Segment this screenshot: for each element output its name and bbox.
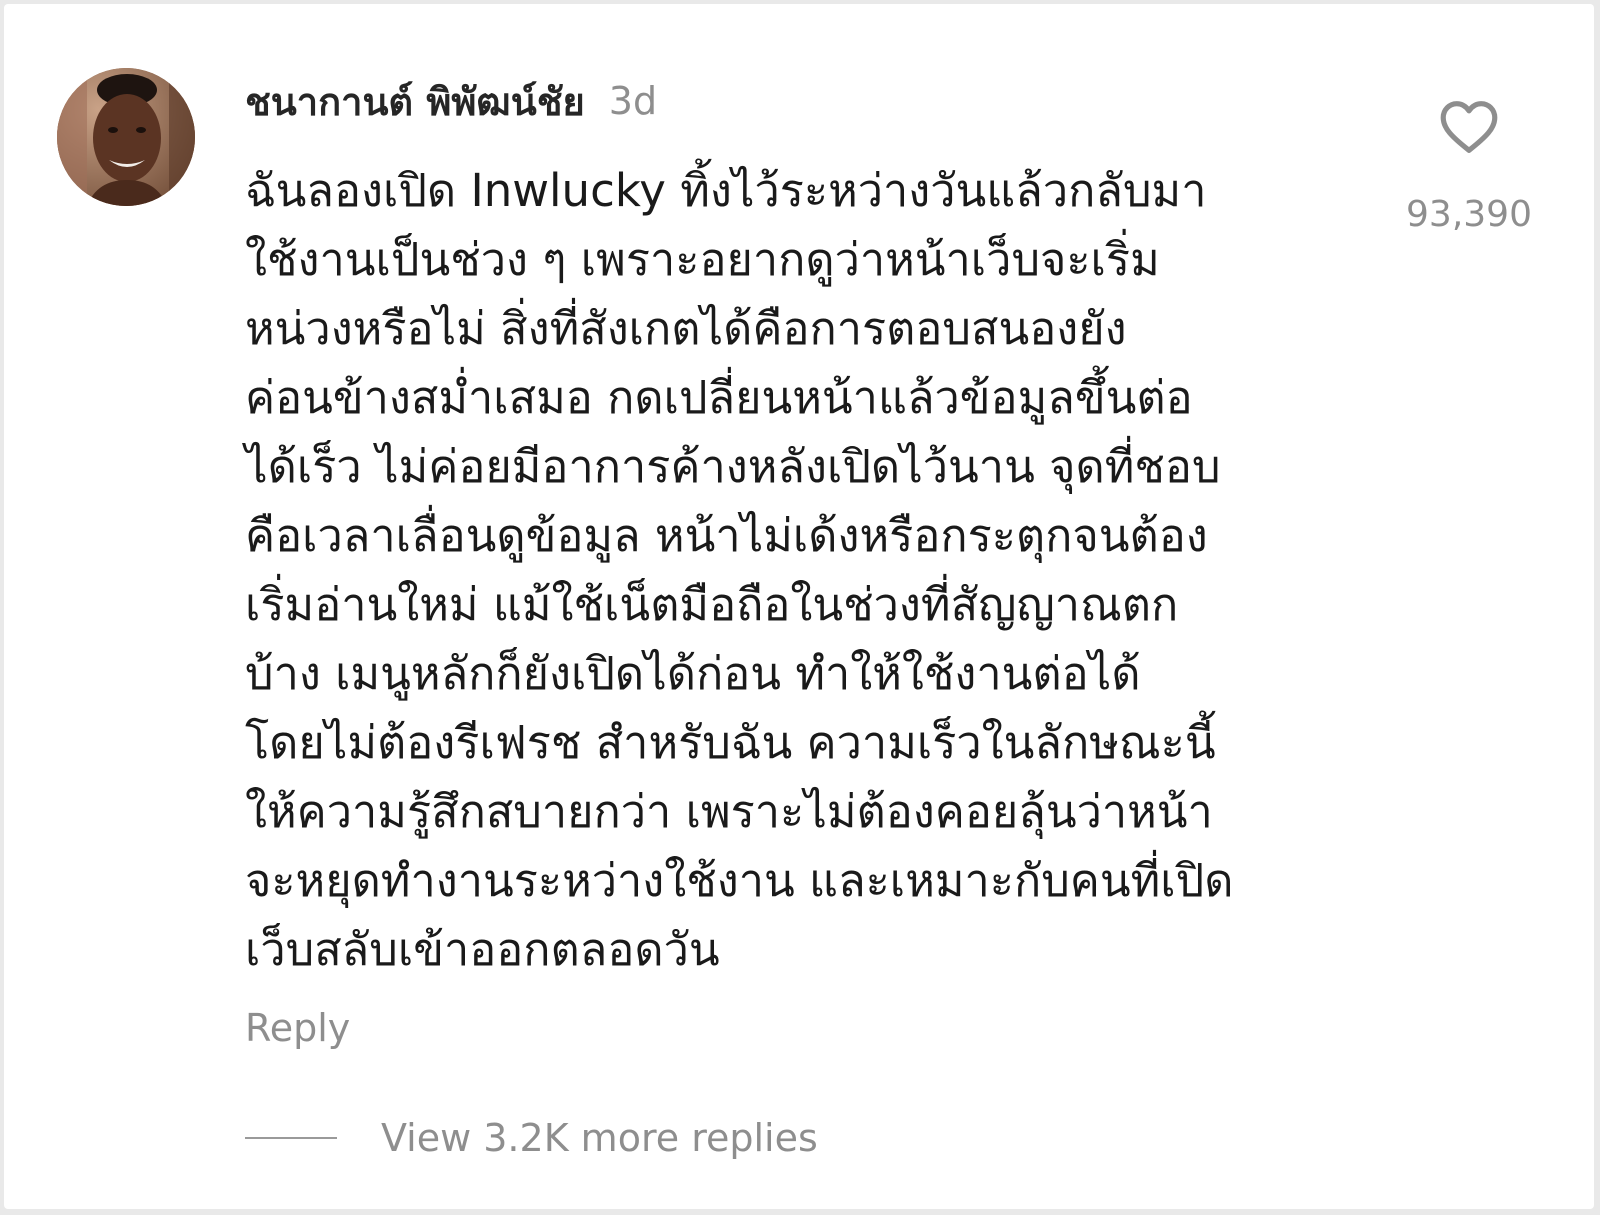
comment-line: บ้าง เมนูหลักก็ยังเปิดได้ก่อน ทำให้ใช้งา… bbox=[245, 647, 1141, 700]
like-area: 93,390 bbox=[1404, 100, 1534, 235]
replies-divider bbox=[245, 1137, 337, 1139]
view-replies-button[interactable]: View 3.2K more replies bbox=[245, 1112, 818, 1164]
heart-outline-icon[interactable] bbox=[1439, 100, 1499, 154]
view-replies-label: View 3.2K more replies bbox=[381, 1116, 818, 1160]
comment-line: เว็บสลับเข้าออกตลอดวัน bbox=[245, 923, 720, 976]
comment-line: ฉันลองเปิด Inwlucky ทิ้งไว้ระหว่างวันแล้… bbox=[245, 164, 1207, 217]
avatar[interactable] bbox=[57, 68, 195, 206]
comment-header: ชนากานต์ พิพัฒน์ชัย 3d bbox=[245, 76, 657, 126]
comment-line: ได้เร็ว ไม่ค่อยมีอาการค้างหลังเปิดไว้นาน… bbox=[245, 440, 1221, 493]
reply-button[interactable]: Reply bbox=[245, 1006, 350, 1050]
comment-line: จะหยุดทำงานระหว่างใช้งาน และเหมาะกับคนที… bbox=[245, 854, 1234, 907]
comment-line: โดยไม่ต้องรีเฟรช สำหรับฉัน ความเร็วในลัก… bbox=[245, 716, 1216, 769]
like-count: 93,390 bbox=[1406, 194, 1532, 235]
comment-line: ใช้งานเป็นช่วง ๆ เพราะอยากดูว่าหน้าเว็บจ… bbox=[245, 233, 1160, 286]
avatar-photo bbox=[57, 68, 195, 206]
comment-card: ชนากานต์ พิพัฒน์ชัย 3d ฉันลองเปิด Inwluc… bbox=[4, 4, 1594, 1209]
timestamp: 3d bbox=[608, 79, 658, 123]
comment-line: หน่วงหรือไม่ สิ่งที่สังเกตได้คือการตอบสน… bbox=[245, 302, 1127, 355]
comment-line: ค่อนข้างสม่ำเสมอ กดเปลี่ยนหน้าแล้วข้อมูล… bbox=[245, 371, 1193, 424]
comment-line: คือเวลาเลื่อนดูข้อมูล หน้าไม่เด้งหรือกระ… bbox=[245, 509, 1208, 562]
comment-line: ให้ความรู้สึกสบายกว่า เพราะไม่ต้องคอยลุ้… bbox=[245, 785, 1213, 838]
comment-line: เริ่มอ่านใหม่ แม้ใช้เน็ตมือถือในช่วงที่ส… bbox=[245, 578, 1179, 631]
username[interactable]: ชนากานต์ พิพัฒน์ชัย bbox=[245, 71, 585, 132]
comment-body: ฉันลองเปิด Inwlucky ทิ้งไว้ระหว่างวันแล้… bbox=[245, 156, 1335, 984]
